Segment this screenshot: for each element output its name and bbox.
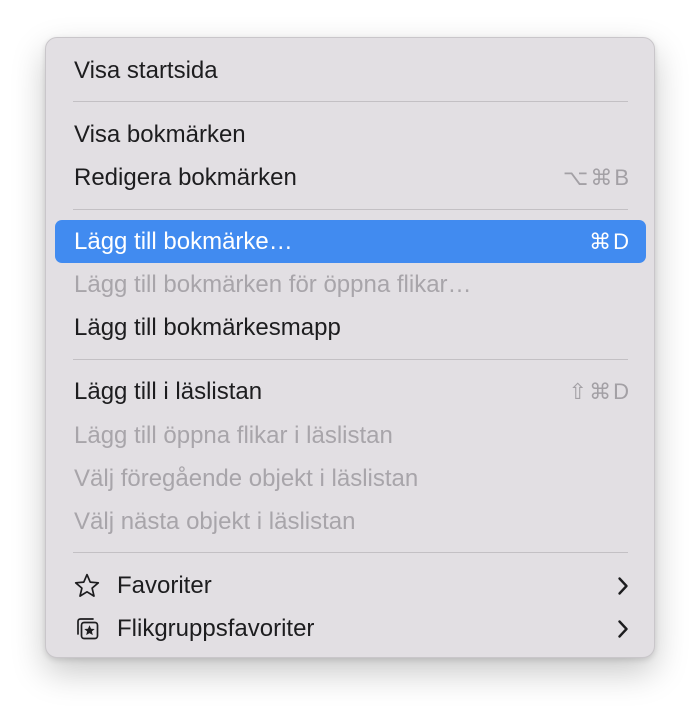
menu-item-label: Välj nästa objekt i läslistan [74,507,356,535]
shortcut-label: ⌥⌘B [562,164,631,190]
tab-group-star-icon [72,614,102,644]
star-icon [72,571,102,601]
menu-item-edit-bookmarks[interactable]: Redigera bokmärken ⌥⌘B [55,156,646,199]
menu-separator [73,101,628,102]
menu-separator [73,552,628,553]
menu-item-show-bookmarks[interactable]: Visa bokmärken [55,113,646,156]
menu-item-label: Lägg till i läslistan [74,377,263,405]
shortcut-label: ⌘D [589,228,631,254]
menu-separator [73,359,628,360]
menu-item-label: Flikgruppsfavoriter [117,614,315,642]
menu-item-add-bookmark[interactable]: Lägg till bokmärke… ⌘D [55,220,646,263]
menu-item-label: Lägg till bokmärken för öppna flikar… [74,270,472,298]
menu-item-add-to-reading-list[interactable]: Lägg till i läslistan ⇧⌘D [55,370,646,413]
menu-item-label: Visa bokmärken [74,120,246,148]
menu-item-add-bookmarks-open-tabs: Lägg till bokmärken för öppna flikar… [55,263,646,306]
chevron-right-icon [615,619,631,639]
menu-item-label: Lägg till bokmärkesmapp [74,313,341,341]
menu-item-label: Lägg till öppna flikar i läslistan [74,421,393,449]
menu-item-label: Favoriter [117,571,212,599]
shortcut-label: ⇧⌘D [568,378,631,404]
menu-item-add-open-tabs-reading-list: Lägg till öppna flikar i läslistan [55,414,646,457]
menu-item-select-previous-reading-list: Välj föregående objekt i läslistan [55,457,646,500]
menu-item-select-next-reading-list: Välj nästa objekt i läslistan [55,500,646,543]
menu-item-label: Välj föregående objekt i läslistan [74,464,419,492]
menu-separator [73,209,628,210]
bookmarks-menu: Visa startsida Visa bokmärken Redigera b… [45,37,655,658]
menu-item-tab-group-favorites[interactable]: Flikgruppsfavoriter [55,607,646,650]
chevron-right-icon [615,576,631,596]
menu-item-label: Visa startsida [74,56,218,84]
menu-item-add-bookmark-folder[interactable]: Lägg till bokmärkesmapp [55,306,646,349]
menu-item-favorites[interactable]: Favoriter [55,564,646,607]
menu-item-label: Redigera bokmärken [74,163,297,191]
menu-item-show-start-page[interactable]: Visa startsida [55,49,646,92]
menu-item-label: Lägg till bokmärke… [74,227,293,255]
